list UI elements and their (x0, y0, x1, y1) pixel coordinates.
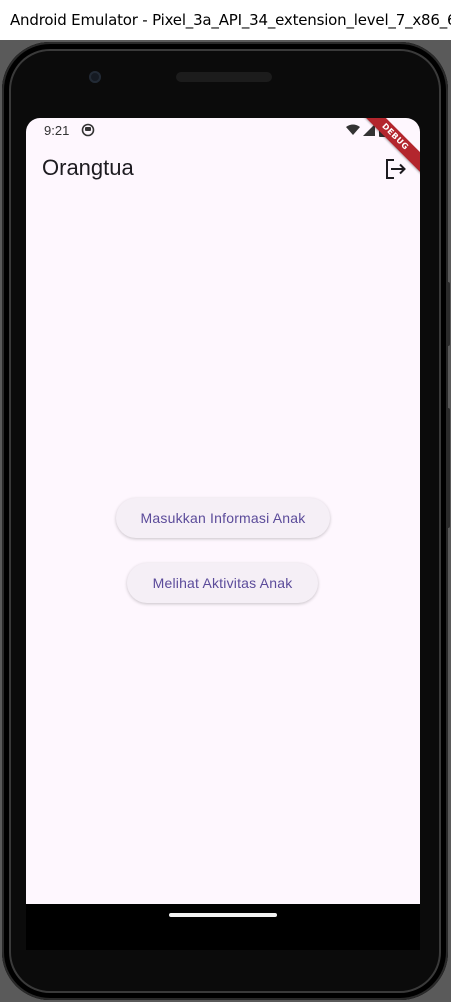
volume-button[interactable] (446, 408, 450, 528)
emulator-title-bar: Android Emulator - Pixel_3a_API_34_exten… (0, 0, 451, 40)
app-notification-icon (81, 123, 95, 137)
home-gesture-handle[interactable] (169, 913, 277, 917)
navigation-bar (26, 904, 420, 950)
front-camera (89, 71, 101, 83)
status-time: 9:21 (44, 123, 70, 138)
input-child-info-button[interactable]: Masukkan Informasi Anak (116, 498, 330, 538)
app-bar: Orangtua (26, 142, 420, 196)
wifi-icon (346, 124, 360, 135)
earpiece-speaker (176, 72, 272, 82)
page-title: Orangtua (42, 155, 134, 180)
emulator-window-title: Android Emulator - Pixel_3a_API_34_exten… (10, 11, 451, 29)
logout-icon (386, 159, 406, 179)
app-screen: 9:21 DEBUG Orangtua Masukkan Informasi A… (26, 118, 420, 904)
logout-button[interactable] (380, 154, 410, 184)
status-bar: 9:21 (26, 118, 420, 142)
view-child-activity-button[interactable]: Melihat Aktivitas Anak (127, 563, 318, 603)
power-button[interactable] (446, 282, 450, 346)
